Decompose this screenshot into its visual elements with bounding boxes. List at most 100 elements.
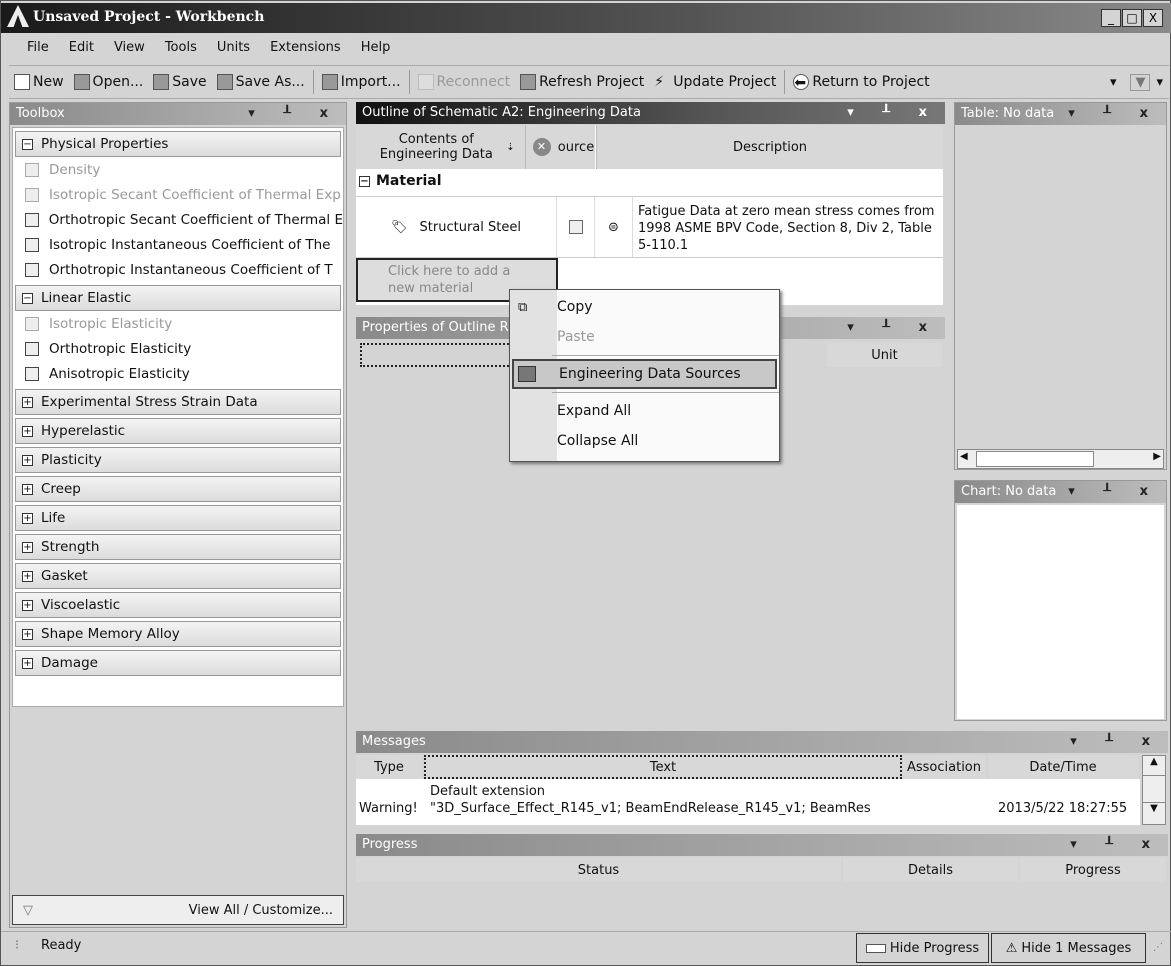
expand-icon[interactable]: + [22,454,33,466]
menu-file[interactable]: File [17,40,59,63]
menu-help[interactable]: Help [351,40,401,63]
open-button[interactable]: Open... [69,74,149,90]
reconnect-button[interactable]: Reconnect [413,74,516,90]
open-label: Open... [92,74,144,90]
menu-item-copy[interactable]: Copy [510,292,779,322]
expand-icon[interactable]: + [22,541,33,553]
panel-controls-icon[interactable]: ▾ ┸ x [1068,484,1160,500]
column-header-association[interactable]: Association [902,755,986,779]
group-gasket[interactable]: + Gasket [15,563,341,589]
column-header-unit[interactable]: Unit [827,343,942,367]
filter-icon[interactable]: ▼ [1130,73,1151,91]
menu-view[interactable]: View [104,40,155,63]
column-header-datetime[interactable]: Date/Time [988,755,1138,779]
vertical-scrollbar[interactable]: ▲ ▼ [1142,755,1166,825]
reconnect-icon [417,74,434,90]
toolbox-item[interactable]: Orthotropic Elasticity [13,336,343,361]
menu-units[interactable]: Units [207,40,260,63]
expand-icon[interactable]: + [22,570,33,582]
category-row-material[interactable]: − Material [359,173,442,189]
panel-controls-icon[interactable]: ▾ ┸ x [847,105,939,121]
group-linear-elastic[interactable]: − Linear Elastic [15,285,341,311]
horizontal-scrollbar[interactable]: ◀ ▶ [957,449,1164,469]
column-header-text[interactable]: Text [424,755,902,779]
column-header-contents[interactable]: Contents of Engineering Data ⇣ [356,125,526,169]
save-button[interactable]: Save [148,74,211,90]
collapse-icon[interactable]: − [359,175,370,187]
menu-tools[interactable]: Tools [155,40,207,63]
panel-controls-icon[interactable]: ▾ ┸ x [248,106,340,122]
refresh-project-button[interactable]: Refresh Project [515,74,649,90]
import-button[interactable]: Import... [317,74,406,90]
group-hyperelastic[interactable]: + Hyperelastic [15,418,341,444]
new-button[interactable]: New [9,74,69,90]
title-bar: Unsaved Project - Workbench [1,3,1171,33]
source-link-icon[interactable]: ⊜ [595,197,633,257]
toolbox-item[interactable]: Orthotropic Instantaneous Coefficient of… [13,257,343,282]
toolbar-dropdown-icon[interactable]: ▾ [1110,75,1117,90]
suppress-checkbox[interactable] [557,197,595,257]
group-damage[interactable]: + Damage [15,650,341,676]
collapse-icon[interactable]: − [22,292,33,304]
group-life[interactable]: + Life [15,505,341,531]
toolbox-item[interactable]: Isotropic Secant Coefficient of Thermal … [13,182,343,207]
menu-item-collapse-all[interactable]: Collapse All [510,426,779,456]
column-header-progress[interactable]: Progress [1020,858,1166,882]
toolbar-overflow-icon[interactable]: ▾ [1156,75,1163,90]
message-row[interactable]: Warning! Default extension "3D_Surface_E… [356,779,1140,825]
group-shape-memory-alloy[interactable]: + Shape Memory Alloy [15,621,341,647]
close-button[interactable]: X [1143,9,1163,27]
group-viscoelastic[interactable]: + Viscoelastic [15,592,341,618]
group-plasticity[interactable]: + Plasticity [15,447,341,473]
properties-focus-cell[interactable] [360,343,520,367]
group-physical-properties[interactable]: − Physical Properties [15,131,341,157]
material-structural-steel[interactable]: 🏷 Structural Steel [356,197,557,257]
toolbox-item[interactable]: Anisotropic Elasticity [13,361,343,386]
expand-icon[interactable]: + [22,599,33,611]
chart-panel: Chart: No data ▾ ┸ x [954,480,1167,721]
panel-controls-icon[interactable]: ▾ ┸ x [847,320,939,336]
expand-icon[interactable]: + [22,425,33,437]
toolbox-item[interactable]: Isotropic Elasticity [13,311,343,336]
menu-item-engineering-data-sources[interactable]: Engineering Data Sources [512,359,777,389]
hide-messages-button[interactable]: ⚠ Hide 1 Messages [991,933,1146,963]
toolbox-item[interactable]: Orthotropic Secant Coefficient of Therma… [13,207,343,232]
expand-icon[interactable]: + [22,657,33,669]
return-to-project-button[interactable]: ⬅ Return to Project [788,74,934,91]
toolbox-item[interactable]: Density [13,157,343,182]
group-strength[interactable]: + Strength [15,534,341,560]
column-header-description[interactable]: Description [596,125,943,169]
expand-icon[interactable]: + [22,396,33,408]
menu-extensions[interactable]: Extensions [260,40,351,63]
status-indicator-icon: ⁝ [15,938,20,953]
view-all-customize-button[interactable]: ▽ View All / Customize... [12,895,344,925]
sort-icon[interactable]: ⇣ [506,142,514,153]
group-creep[interactable]: + Creep [15,476,341,502]
resize-grip-icon[interactable]: ⋰ [1153,942,1163,953]
panel-controls-icon[interactable]: ▾ ┸ x [1068,106,1160,122]
panel-controls-icon[interactable]: ▾ ┸ x [1070,837,1162,853]
menu-edit[interactable]: Edit [59,40,104,63]
column-header-source[interactable]: ource [557,125,595,169]
expand-icon[interactable]: + [22,512,33,524]
hide-progress-button[interactable]: Hide Progress [856,933,989,963]
expand-icon[interactable]: + [22,483,33,495]
panel-controls-icon[interactable]: ▾ ┸ x [1070,734,1162,750]
update-label: Update Project [673,74,777,90]
save-as-button[interactable]: Save As... [212,74,310,90]
collapse-icon[interactable]: − [22,138,33,150]
update-project-button[interactable]: ⚡ Update Project [649,74,781,90]
group-experimental-stress-strain[interactable]: + Experimental Stress Strain Data [15,389,341,415]
window-title: Unsaved Project - Workbench [33,9,265,25]
menu-item-paste[interactable]: Paste [510,322,779,352]
column-header-details[interactable]: Details [843,858,1018,882]
column-header-type[interactable]: Type [356,755,422,779]
column-header-status[interactable]: Status [356,858,841,882]
expand-icon[interactable]: + [22,628,33,640]
maximize-button[interactable]: □ [1122,9,1142,27]
outline-table: Contents of Engineering Data ⇣ ource ✕ De… [356,125,943,305]
minimize-button[interactable]: _ [1101,9,1121,27]
toolbox-item[interactable]: Isotropic Instantaneous Coefficient of T… [13,232,343,257]
column-header-suppress[interactable]: ✕ [526,125,557,169]
menu-item-expand-all[interactable]: Expand All [510,396,779,426]
